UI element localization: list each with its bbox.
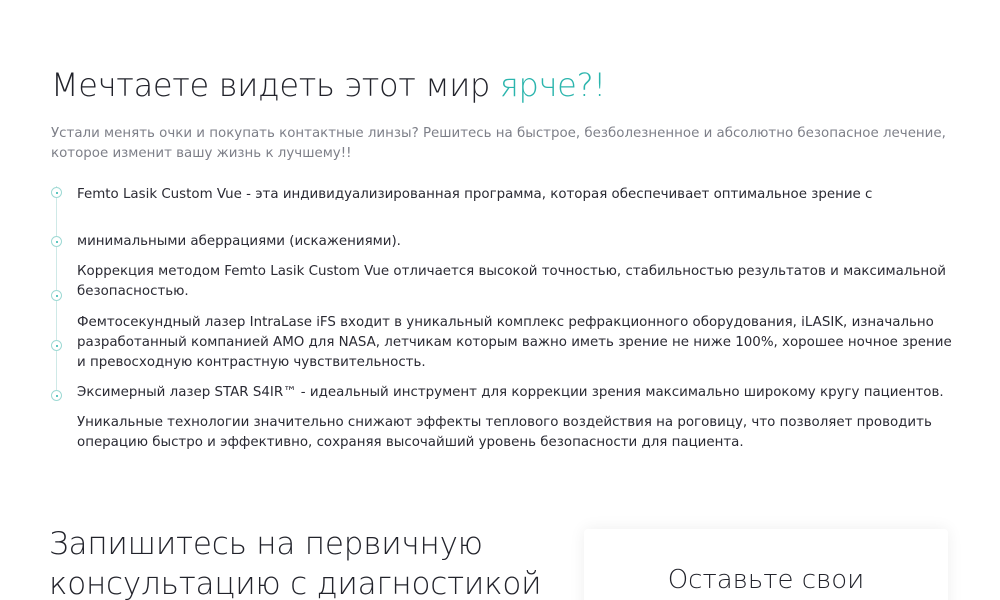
feature-line: разработанный компанией АМО для NASA, ле… — [77, 335, 952, 350]
feature-line: операцию быстро и эффективно, сохраняя в… — [77, 435, 744, 450]
feature-item: Фемтосекундный лазер IntraLase iFS входи… — [77, 313, 957, 373]
feature-item: Эксимерный лазер STAR S4IR™ - идеальный … — [77, 383, 957, 403]
feature-line: Коррекция методом Femto Lasik Custom Vue… — [77, 264, 946, 279]
feature-item: Уникальные технологии значительно снижаю… — [77, 413, 957, 453]
hero-title-accent: ярче?! — [499, 66, 606, 104]
intro-line: которое изменит вашу жизнь к лучшему!! — [51, 146, 352, 161]
contact-form-card: Оставьте свои — [584, 529, 948, 600]
feature-item: минимальными аберрациями (искажениями). — [77, 232, 957, 252]
timeline-dot-icon — [51, 290, 62, 301]
consultation-heading: Запишитесь на первичную консультацию с д… — [49, 524, 542, 600]
feature-line: минимальными аберрациями (искажениями). — [77, 234, 401, 249]
feature-line: Эксимерный лазер STAR S4IR™ - идеальный … — [77, 385, 944, 400]
consultation-heading-line: консультацию с диагностикой — [49, 566, 542, 600]
intro-line: Устали менять очки и покупать контактные… — [51, 126, 946, 141]
feature-line: и превосходную контрастную чувствительно… — [77, 355, 426, 370]
intro-text: Устали менять очки и покупать контактные… — [51, 124, 951, 164]
consultation-heading-line: Запишитесь на первичную — [49, 526, 483, 562]
feature-line: безопасностью. — [77, 284, 189, 299]
timeline-dot-icon — [51, 236, 62, 247]
feature-line: Уникальные технологии значительно снижаю… — [77, 415, 932, 430]
feature-item: Femto Lasik Custom Vue - эта индивидуали… — [77, 185, 957, 205]
feature-line: Фемтосекундный лазер IntraLase iFS входи… — [77, 315, 934, 330]
feature-line: Femto Lasik Custom Vue - эта индивидуали… — [77, 187, 873, 202]
contact-form-title: Оставьте свои — [667, 565, 865, 595]
page: Мечтаете видеть этот мир ярче?! Устали м… — [0, 0, 1000, 600]
hero-title: Мечтаете видеть этот мир ярче?! — [51, 66, 606, 104]
hero-title-main: Мечтаете видеть этот мир — [51, 66, 500, 104]
timeline-dot-icon — [51, 390, 62, 401]
feature-item: Коррекция методом Femto Lasik Custom Vue… — [77, 262, 957, 302]
timeline-dot-icon — [51, 340, 62, 351]
timeline-dot-icon — [51, 187, 62, 198]
